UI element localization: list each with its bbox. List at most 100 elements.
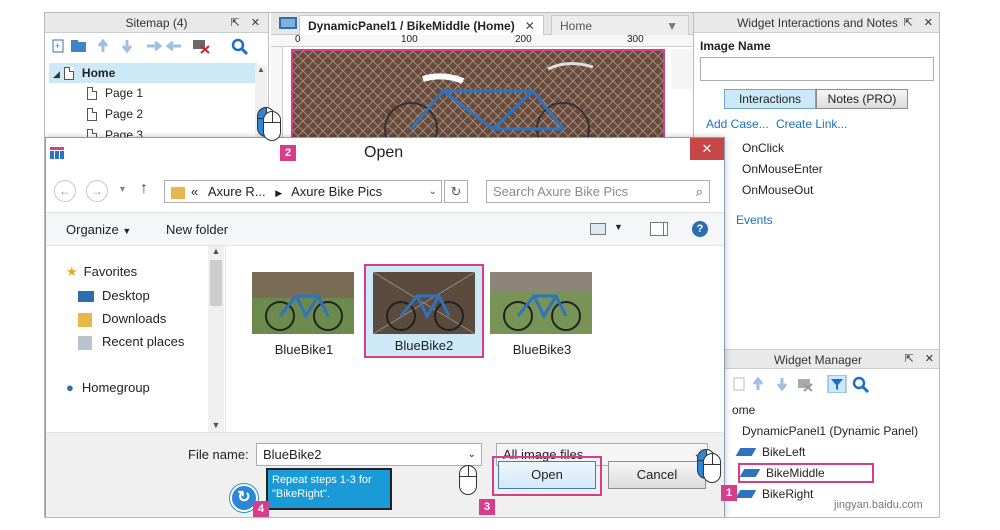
more-events-link[interactable]: Events (736, 213, 773, 227)
widget-tree-root[interactable]: ome (732, 403, 755, 417)
tab-interactions[interactable]: Interactions (724, 89, 816, 109)
tab-notes[interactable]: Notes (PRO) (816, 89, 908, 109)
nav-downloads[interactable]: Downloads (78, 311, 166, 327)
panel-pin-close-icons[interactable]: ⇱ ✕ (904, 13, 938, 33)
address-bar[interactable]: « Axure R... ▶ Axure Bike Pics ⌄ (164, 180, 442, 203)
dialog-title: Open (364, 144, 404, 161)
tab-label: DynamicPanel1 / BikeMiddle (Home) (308, 19, 515, 33)
file-name-input[interactable]: BlueBike2 ⌄ (256, 443, 482, 466)
search-input[interactable]: Search Axure Bike Pics ⌕ (486, 180, 710, 203)
widget-tree-dynamic-panel[interactable]: DynamicPanel1 (Dynamic Panel) (742, 424, 918, 438)
state-icon (735, 490, 757, 498)
file-name-label: File name: (188, 447, 249, 462)
close-icon[interactable]: ✕ (690, 138, 724, 160)
event-onmouseenter[interactable]: OnMouseEnter (742, 162, 823, 176)
move-down-icon[interactable] (776, 378, 788, 392)
add-case-link[interactable]: Add Case... (706, 117, 769, 131)
bike-middle-image[interactable] (291, 49, 665, 139)
back-icon[interactable]: ← (54, 180, 76, 202)
file-thumb-bluebike3[interactable] (490, 272, 592, 334)
mouse-click-icon (703, 453, 721, 483)
file-thumb-bluebike2[interactable] (373, 272, 475, 334)
nav-recent-places[interactable]: Recent places (78, 334, 184, 350)
canvas-scrollbar[interactable] (671, 49, 693, 89)
tab-label: Interactions (738, 92, 802, 106)
preview-pane-icon[interactable] (650, 222, 668, 236)
collapse-arrow-icon[interactable]: ◢ (53, 69, 60, 79)
state-label: BikeRight (762, 487, 814, 501)
create-link-link[interactable]: Create Link... (776, 117, 847, 131)
sitemap-home-row[interactable]: ◢ Home (49, 63, 257, 83)
widget-state-bikeleft[interactable]: BikeLeft (735, 445, 805, 459)
search-icon[interactable] (852, 376, 870, 394)
filter-icon[interactable] (827, 374, 847, 394)
nav-homegroup[interactable]: ● Homegroup (66, 380, 150, 395)
event-onclick[interactable]: OnClick (742, 141, 784, 155)
add-page-icon[interactable]: + (52, 39, 64, 53)
cancel-button[interactable]: Cancel (608, 461, 706, 489)
move-up-icon[interactable] (752, 376, 764, 390)
instruction-tooltip: Repeat steps 1-3 for "BikeRight". (266, 468, 392, 510)
mouse-click-icon (263, 111, 281, 141)
scroll-up-icon[interactable]: ▲ (208, 246, 224, 256)
help-icon[interactable]: ? (692, 221, 708, 237)
tab-dynamicpanel-bikemiddle[interactable]: DynamicPanel1 / BikeMiddle (Home) ✕ (299, 15, 544, 35)
page-icon[interactable] (733, 377, 745, 391)
scroll-up-icon[interactable]: ▲ (255, 65, 267, 74)
widget-state-bikemiddle[interactable]: BikeMiddle (738, 463, 874, 483)
move-down-icon[interactable] (121, 40, 133, 54)
breadcrumb-1[interactable]: Axure R... (208, 184, 266, 199)
file-thumb-bluebike1[interactable] (252, 272, 354, 334)
chevron-down-icon: ▼ (122, 226, 132, 236)
dialog-title-bar: Open ✕ (46, 138, 724, 168)
outdent-icon[interactable] (165, 40, 181, 52)
ruler-tick: 300 (627, 34, 644, 45)
breadcrumb-prefix: « (191, 184, 199, 199)
step-2-badge: 2 (280, 145, 296, 161)
nav-label: Favorites (83, 264, 138, 279)
step-1-badge: 1 (721, 485, 737, 501)
add-folder-icon[interactable] (71, 40, 86, 52)
chevron-down-icon[interactable]: ⌄ (429, 181, 437, 202)
file-label[interactable]: BlueBike3 (494, 342, 590, 357)
ruler-tick: 100 (401, 34, 418, 45)
search-icon[interactable]: ⌕ (696, 181, 703, 202)
navigation-pane: ★ Favorites Desktop Downloads Recent plac… (46, 246, 226, 432)
nav-scrollbar[interactable]: ▲ ▼ (208, 246, 224, 432)
nav-favorites[interactable]: ★ Favorites (66, 264, 137, 280)
delete-page-icon[interactable] (193, 40, 210, 54)
event-onmouseout[interactable]: OnMouseOut (742, 183, 813, 197)
close-icon[interactable]: ✕ (525, 19, 535, 33)
widget-state-bikeright[interactable]: BikeRight (735, 487, 814, 501)
chevron-right-icon: ▶ (275, 188, 283, 198)
sitemap-page-1[interactable]: Page 1 (87, 83, 143, 103)
chevron-down-icon[interactable]: ⌄ (468, 444, 476, 465)
axure-window: Sitemap (4) ⇱ ✕ + ◢ Home Page 1 Page 2 Pa… (44, 12, 940, 518)
panel-pin-close-icons[interactable]: ⇱ ✕ (905, 349, 939, 369)
scroll-thumb[interactable] (210, 260, 222, 306)
view-options-icon[interactable] (590, 223, 606, 235)
chevron-down-icon[interactable]: ▼ (614, 222, 623, 232)
search-icon[interactable] (231, 38, 249, 56)
new-folder-button[interactable]: New folder (166, 222, 228, 237)
image-name-input[interactable] (700, 57, 934, 81)
breadcrumb-2[interactable]: Axure Bike Pics (291, 184, 382, 199)
forward-icon[interactable]: → (86, 180, 108, 202)
indent-icon[interactable] (147, 40, 163, 52)
organize-menu[interactable]: Organize ▼ (66, 222, 131, 237)
panel-pin-close-icons[interactable]: ⇱ ✕ (231, 13, 265, 33)
open-button[interactable]: Open (498, 461, 596, 489)
file-label[interactable]: BlueBike1 (256, 342, 352, 357)
recent-locations-icon[interactable]: ▼ (118, 184, 127, 194)
tab-dropdown-icon[interactable]: ▼ (666, 16, 678, 36)
move-up-icon[interactable] (97, 38, 109, 52)
up-folder-icon[interactable]: ↑ (140, 180, 148, 198)
nav-desktop[interactable]: Desktop (78, 288, 150, 303)
tab-home[interactable]: Home ▼ (551, 15, 689, 35)
file-item-bluebike2-selected[interactable]: BlueBike2 (364, 264, 484, 358)
delete-widget-icon[interactable] (798, 379, 813, 392)
sitemap-page-2[interactable]: Page 2 (87, 104, 143, 124)
scroll-down-icon[interactable]: ▼ (208, 420, 224, 430)
refresh-icon[interactable]: ↻ (444, 180, 468, 203)
file-label[interactable]: BlueBike2 (366, 338, 482, 353)
